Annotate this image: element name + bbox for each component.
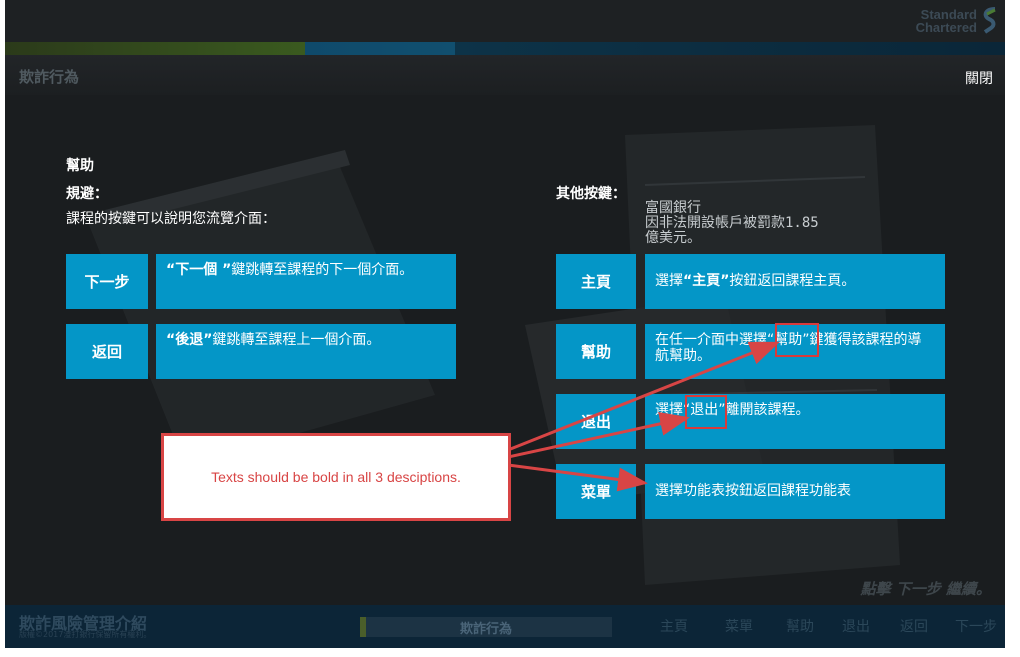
back-key-description: “後退”鍵跳轉至課程上一個介面。 [156, 324, 456, 379]
nav-description: 課程的按鍵可以說明您流覽介面： [66, 211, 276, 227]
other-keys-heading: 其他按鍵： [556, 186, 626, 202]
menu-key[interactable]: 菜單 [556, 464, 636, 519]
help-title: 幫助 [66, 158, 94, 174]
bottom-bar: 欺詐風險管理介紹 版權©2017渣打銀行保留所有權利。 欺詐行為 主頁 菜單 幫… [5, 605, 1005, 648]
next-key-description: “下一個 ”鍵跳轉至課程的下一個介面。 [156, 254, 456, 309]
copyright-text: 版權©2017渣打銀行保留所有權利。 [19, 630, 152, 639]
logo-line2: Chartered [915, 20, 977, 35]
exit-word-highlight [685, 395, 727, 429]
back-key[interactable]: 返回 [66, 324, 148, 379]
top-bar: Standard Chartered [5, 0, 1005, 42]
nav-home[interactable]: 主頁 [660, 616, 688, 636]
nav-back[interactable]: 返回 [900, 616, 928, 636]
home-key-description: 選擇“主頁”按鈕返回課程主頁。 [645, 254, 945, 309]
help-key[interactable]: 幫助 [556, 324, 636, 379]
menu-key-description: 選擇功能表按鈕返回課程功能表 [645, 464, 945, 519]
annotation-note: Texts should be bold in all 3 desciption… [161, 433, 511, 521]
home-key[interactable]: 主頁 [556, 254, 636, 309]
progress-strip [5, 42, 1005, 55]
close-button[interactable]: 關閉 [965, 68, 993, 88]
title-bar: 欺詐行為 關閉 [5, 55, 1005, 95]
news-headline: 富國銀行 因非法開設帳戶被罰款1.85 億美元。 [645, 200, 819, 246]
help-word-highlight [775, 323, 819, 357]
nav-help[interactable]: 幫助 [786, 616, 814, 636]
help-content: 幫助 規避： 課程的按鍵可以說明您流覽介面： 其他按鍵： 富國銀行 因非法開設帳… [5, 95, 1005, 605]
chapter-indicator: 欺詐行為 [360, 617, 612, 637]
exit-key[interactable]: 退出 [556, 394, 636, 449]
sc-logo-icon [983, 7, 996, 34]
standard-chartered-logo: Standard Chartered [916, 4, 999, 38]
nav-next[interactable]: 下一步 [955, 616, 997, 636]
next-key[interactable]: 下一步 [66, 254, 148, 309]
nav-heading: 規避： [66, 186, 108, 202]
nav-menu[interactable]: 菜單 [725, 616, 753, 636]
continue-hint: 點擊 下一步 繼續。 [860, 580, 991, 598]
section-title: 欺詐行為 [19, 68, 80, 86]
course-window: Standard Chartered 欺詐行為 關閉 幫助 規避： 課程的按鍵可… [5, 0, 1005, 648]
nav-exit[interactable]: 退出 [842, 616, 870, 636]
